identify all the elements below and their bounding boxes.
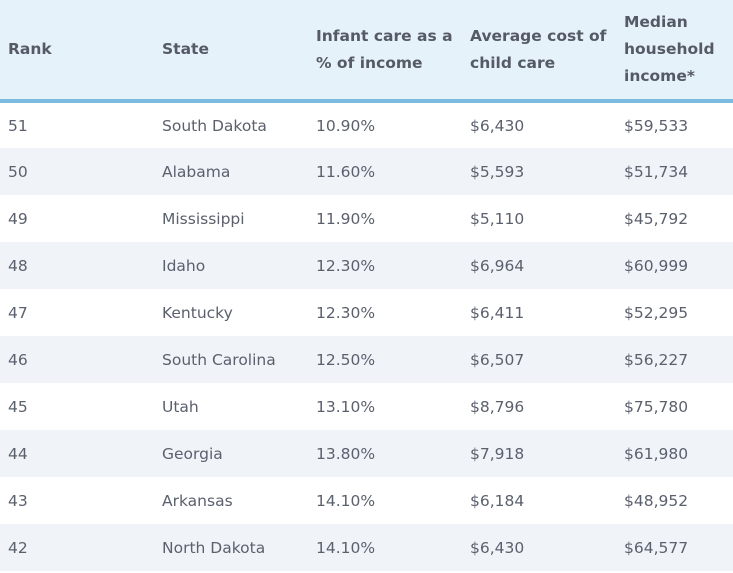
cell-infant-care-pct: 12.30% xyxy=(316,256,376,275)
table-row: 46 South Carolina 12.50% $6,507 $56,227 xyxy=(0,336,733,383)
cell-state: Alabama xyxy=(162,162,231,181)
child-care-cost-table: Rank State Infant care as a % of income … xyxy=(0,0,733,571)
table-row: 44 Georgia 13.80% $7,918 $61,980 xyxy=(0,430,733,477)
cell-infant-care-pct: 12.50% xyxy=(316,350,376,369)
cell-average-cost: $7,918 xyxy=(470,444,525,463)
cell-median-income: $51,734 xyxy=(624,162,689,181)
cell-rank: 49 xyxy=(8,209,28,228)
cell-state: South Carolina xyxy=(162,350,276,369)
cell-median-income: $75,780 xyxy=(624,397,689,416)
cell-median-income: $45,792 xyxy=(624,209,689,228)
cell-rank: 43 xyxy=(8,491,28,510)
cell-rank: 45 xyxy=(8,397,28,416)
cell-average-cost: $5,593 xyxy=(470,162,525,181)
header-state[interactable]: State xyxy=(154,0,308,103)
header-average-cost[interactable]: Average cost of child care xyxy=(462,0,616,103)
cell-infant-care-pct: 12.30% xyxy=(316,303,376,322)
cell-average-cost: $6,184 xyxy=(470,491,525,510)
cell-state: Arkansas xyxy=(162,491,233,510)
table-row: 49 Mississippi 11.90% $5,110 $45,792 xyxy=(0,195,733,242)
cell-rank: 42 xyxy=(8,538,28,557)
table-header: Rank State Infant care as a % of income … xyxy=(0,0,733,103)
table-row: 50 Alabama 11.60% $5,593 $51,734 xyxy=(0,148,733,195)
cell-average-cost: $6,964 xyxy=(470,256,525,275)
cell-median-income: $60,999 xyxy=(624,256,689,275)
cell-state: South Dakota xyxy=(162,116,267,135)
table-row: 51 South Dakota 10.90% $6,430 $59,533 xyxy=(0,101,733,148)
cell-infant-care-pct: 11.60% xyxy=(316,162,376,181)
header-row: Rank State Infant care as a % of income … xyxy=(0,0,733,103)
cell-average-cost: $6,430 xyxy=(470,538,525,557)
cell-state: Kentucky xyxy=(162,303,233,322)
cell-state: Mississippi xyxy=(162,209,245,228)
cell-rank: 47 xyxy=(8,303,28,322)
cell-median-income: $59,533 xyxy=(624,116,689,135)
cell-rank: 51 xyxy=(8,116,28,135)
header-median-income[interactable]: Median household income* xyxy=(616,0,733,103)
cell-infant-care-pct: 14.10% xyxy=(316,538,376,557)
table-body: 51 South Dakota 10.90% $6,430 $59,533 50… xyxy=(0,101,733,571)
cell-infant-care-pct: 11.90% xyxy=(316,209,376,228)
cell-infant-care-pct: 13.10% xyxy=(316,397,376,416)
header-infant-care-pct[interactable]: Infant care as a % of income xyxy=(308,0,462,103)
cell-rank: 46 xyxy=(8,350,28,369)
cell-rank: 50 xyxy=(8,162,28,181)
cell-median-income: $61,980 xyxy=(624,444,689,463)
cell-infant-care-pct: 14.10% xyxy=(316,491,376,510)
cell-median-income: $48,952 xyxy=(624,491,689,510)
cell-state: Utah xyxy=(162,397,199,416)
cell-average-cost: $6,507 xyxy=(470,350,525,369)
cell-state: North Dakota xyxy=(162,538,266,557)
cell-median-income: $64,577 xyxy=(624,538,689,557)
cell-median-income: $52,295 xyxy=(624,303,689,322)
cell-median-income: $56,227 xyxy=(624,350,689,369)
cell-average-cost: $6,411 xyxy=(470,303,525,322)
cell-infant-care-pct: 10.90% xyxy=(316,116,376,135)
cell-state: Georgia xyxy=(162,444,223,463)
table-row: 43 Arkansas 14.10% $6,184 $48,952 xyxy=(0,477,733,524)
table-row: 45 Utah 13.10% $8,796 $75,780 xyxy=(0,383,733,430)
cell-rank: 44 xyxy=(8,444,28,463)
table-row: 42 North Dakota 14.10% $6,430 $64,577 xyxy=(0,524,733,571)
cell-average-cost: $6,430 xyxy=(470,116,525,135)
cell-infant-care-pct: 13.80% xyxy=(316,444,376,463)
header-rank[interactable]: Rank xyxy=(0,0,154,103)
table-row: 47 Kentucky 12.30% $6,411 $52,295 xyxy=(0,289,733,336)
cell-average-cost: $8,796 xyxy=(470,397,525,416)
cell-state: Idaho xyxy=(162,256,206,275)
cell-average-cost: $5,110 xyxy=(470,209,525,228)
table-row: 48 Idaho 12.30% $6,964 $60,999 xyxy=(0,242,733,289)
cell-rank: 48 xyxy=(8,256,28,275)
